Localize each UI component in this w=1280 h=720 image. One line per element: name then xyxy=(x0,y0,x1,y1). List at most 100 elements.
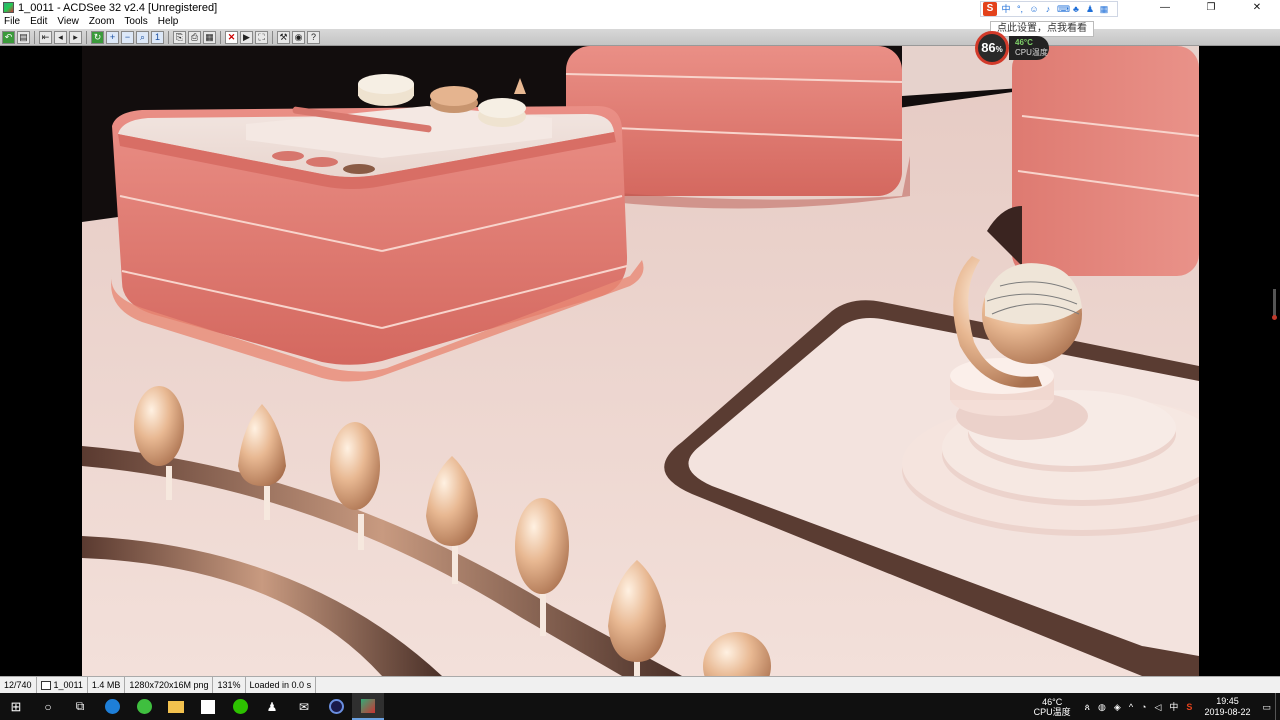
search-button[interactable]: ○ xyxy=(32,693,64,720)
image-viewer[interactable] xyxy=(0,46,1280,676)
next-image-icon[interactable]: ▸ xyxy=(69,30,82,44)
network-app-icon[interactable]: ◍ xyxy=(1094,702,1110,712)
show-desktop-button[interactable] xyxy=(1275,693,1280,720)
chevron-up-icon[interactable]: ^ xyxy=(1125,702,1137,712)
toolbar-separator xyxy=(272,30,273,44)
task-view-button[interactable]: ⧉ xyxy=(64,693,96,720)
shield-icon[interactable]: ◈ xyxy=(1110,702,1125,712)
open-icon[interactable]: ▤ xyxy=(17,30,30,44)
close-button[interactable]: ✕ xyxy=(1234,0,1280,15)
file-name: 1_0011 xyxy=(53,680,83,690)
menu-tools[interactable]: Tools xyxy=(119,15,152,29)
cpu-load-unit: % xyxy=(995,45,1003,54)
menu-view[interactable]: View xyxy=(52,15,84,29)
notification-icon[interactable]: ▭ xyxy=(1258,702,1275,712)
maximize-button[interactable]: ❐ xyxy=(1188,0,1234,15)
zoom-actual-icon[interactable]: 1 xyxy=(151,30,164,44)
sogou-tray-icon[interactable]: S xyxy=(1182,702,1196,712)
minimize-button[interactable]: — xyxy=(1142,0,1188,15)
3d-scene-image xyxy=(82,46,1199,676)
cpu-temp-pill: 46°C CPU温度 xyxy=(1009,36,1049,60)
taskbar-wechat[interactable] xyxy=(224,693,256,720)
image-dimensions: 1280x720x16M png xyxy=(125,677,214,693)
image-file-icon xyxy=(40,680,51,690)
taskbar-explorer[interactable] xyxy=(160,693,192,720)
help-icon[interactable]: ? xyxy=(307,30,320,44)
file-size: 1.4 MB xyxy=(88,677,126,693)
taskbar-360[interactable] xyxy=(128,693,160,720)
toolbar-separator xyxy=(220,30,221,44)
zoom-in-icon[interactable]: + xyxy=(106,30,119,44)
punctuation-icon[interactable]: °, xyxy=(1015,4,1025,14)
ime-language-icon[interactable]: 中 xyxy=(1001,4,1011,14)
toolbar-separator xyxy=(168,30,169,44)
scroll-indicator[interactable] xyxy=(1272,289,1277,320)
menu-zoom[interactable]: Zoom xyxy=(84,15,120,29)
edge-icon xyxy=(104,699,120,714)
mail-icon: ✉ xyxy=(298,699,310,714)
task-view-icon: ⧉ xyxy=(75,699,85,713)
app-icon xyxy=(328,699,344,714)
shirt-icon[interactable]: ♟ xyxy=(1085,4,1095,14)
window-controls: — ❐ ✕ xyxy=(1142,0,1280,15)
zoom-level: 131% xyxy=(213,677,246,693)
print-icon[interactable]: ⎙ xyxy=(188,30,201,44)
system-tray: 46°C CPU温度 ጰ ◍ ◈ ^ ◔ ◁ 中 S 19:45 2019-08… xyxy=(1024,693,1280,720)
taskbar-acdsee[interactable] xyxy=(352,693,384,720)
copy-icon[interactable]: ⎘ xyxy=(173,30,186,44)
taskbar: ⊞ ○ ⧉ ♟ ✉ 46°C CPU温度 ጰ ◍ ◈ ^ ◔ ◁ 中 S 19:… xyxy=(0,693,1280,720)
microphone-icon[interactable]: ♪ xyxy=(1043,4,1053,14)
window-title: 1_0011 - ACDSee 32 v2.4 [Unregistered] xyxy=(18,1,218,14)
delete-icon[interactable]: ✕ xyxy=(225,30,238,44)
skin-icon[interactable]: ♣ xyxy=(1071,4,1081,14)
taskbar-qq[interactable]: ♟ xyxy=(256,693,288,720)
zoom-out-icon[interactable]: − xyxy=(121,30,134,44)
status-bar: 12/740 1_0011 1.4 MB 1280x720x16M png 13… xyxy=(0,676,1280,693)
taskbar-edge[interactable] xyxy=(96,693,128,720)
qq-icon: ♟ xyxy=(266,699,278,714)
folder-icon xyxy=(168,700,184,713)
menu-edit[interactable]: Edit xyxy=(25,15,52,29)
search-icon: ○ xyxy=(44,699,52,714)
cpu-load-widget[interactable]: 86% 46°C CPU温度 xyxy=(975,31,1051,65)
first-image-icon[interactable]: ⇤ xyxy=(39,30,52,44)
file-name-field: 1_0011 xyxy=(37,677,88,693)
keyboard-icon[interactable]: ⌨ xyxy=(1057,4,1070,14)
browser-icon xyxy=(136,699,152,714)
taskbar-store[interactable] xyxy=(192,693,224,720)
slideshow-icon[interactable]: ▶ xyxy=(240,30,253,44)
menu-file[interactable]: File xyxy=(0,15,25,29)
options-icon[interactable]: ◉ xyxy=(292,30,305,44)
fullscreen-icon[interactable]: ⛶ xyxy=(255,30,268,44)
cpu-load-value: 86 xyxy=(981,40,996,55)
cpu-temp-label: CPU温度 xyxy=(1015,48,1048,57)
clock[interactable]: 19:45 2019-08-22 xyxy=(1196,696,1258,718)
tray-temp-label: CPU温度 xyxy=(1033,706,1071,717)
wifi-icon[interactable]: ◔ xyxy=(1137,702,1150,712)
emoji-icon[interactable]: ☺ xyxy=(1029,4,1039,14)
people-icon[interactable]: ጰ xyxy=(1081,702,1094,712)
volume-icon[interactable]: ◁ xyxy=(1150,702,1165,712)
wallpaper-icon[interactable]: ⚒ xyxy=(277,30,290,44)
menu-help[interactable]: Help xyxy=(153,15,184,29)
refresh-icon[interactable]: ↻ xyxy=(91,30,104,44)
acdsee-app-icon[interactable] xyxy=(3,2,14,13)
sogou-ime-icon[interactable]: S xyxy=(983,2,997,16)
store-icon xyxy=(201,699,215,714)
taskbar-app-circle[interactable] xyxy=(320,693,352,720)
ime-language-tray[interactable]: 中 xyxy=(1165,702,1182,712)
previous-image-icon[interactable]: ◂ xyxy=(54,30,67,44)
tray-temp-value: 46°C xyxy=(1042,696,1063,707)
browse-icon[interactable]: ↶ xyxy=(2,30,15,44)
grid-menu-icon[interactable]: ▦ xyxy=(1099,4,1109,14)
start-button[interactable]: ⊞ xyxy=(0,693,32,720)
zoom-fit-icon[interactable]: ⌕ xyxy=(136,30,149,44)
properties-icon[interactable]: ▦ xyxy=(203,30,216,44)
toolbar-separator xyxy=(34,30,35,44)
acdsee-icon xyxy=(361,698,375,713)
cpu-temp-value: 46°C xyxy=(1015,38,1033,47)
tray-cpu-temp[interactable]: 46°C CPU温度 xyxy=(1024,697,1081,717)
cpu-load-ring: 86% xyxy=(975,31,1009,65)
taskbar-mail[interactable]: ✉ xyxy=(288,693,320,720)
image-position: 12/740 xyxy=(0,677,37,693)
